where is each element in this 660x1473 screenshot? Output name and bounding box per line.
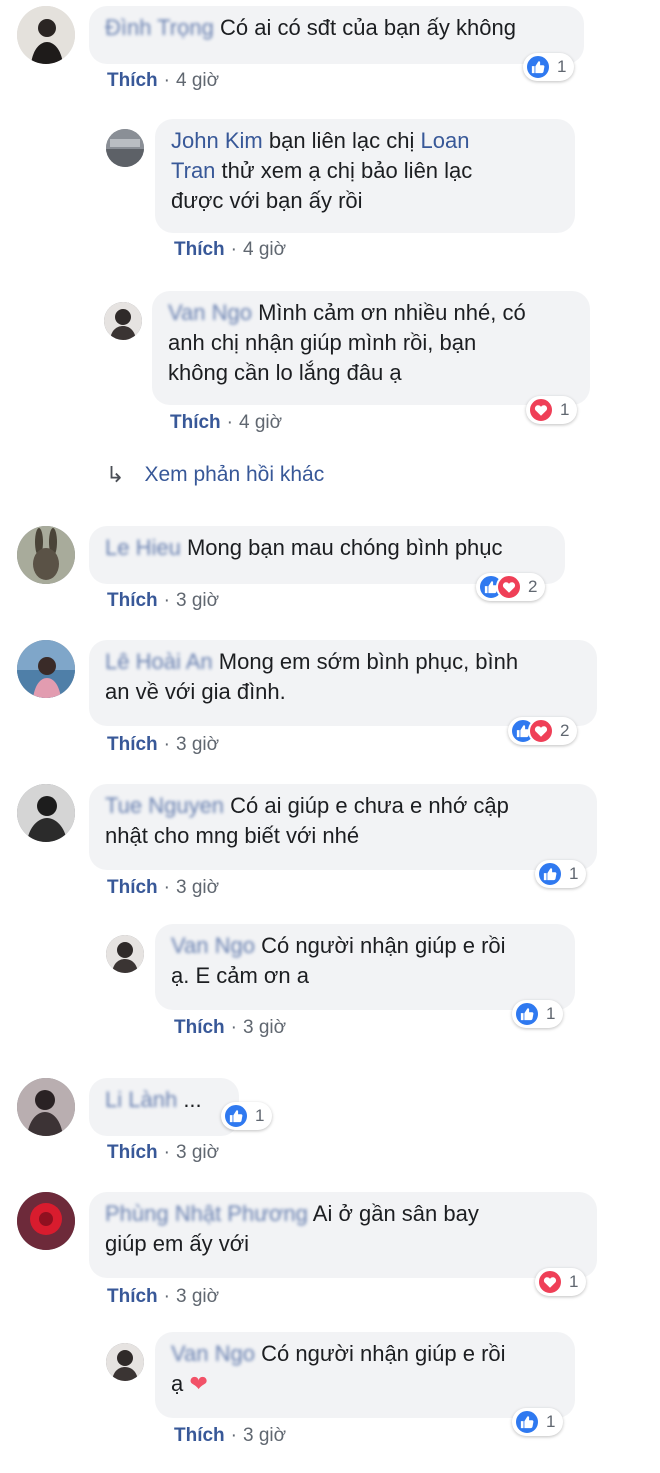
timestamp[interactable]: 4 giờ [239, 412, 282, 433]
avatar[interactable] [106, 935, 144, 973]
comment-author[interactable]: Van Ngo [168, 300, 252, 325]
like-link[interactable]: Thích [107, 590, 158, 611]
love-icon [537, 1269, 563, 1295]
like-link[interactable]: Thích [107, 1286, 158, 1307]
like-icon [514, 1001, 540, 1027]
comment-meta: Thích · 3 giờ [174, 1017, 287, 1038]
comment-meta: Thích · 4 giờ [174, 239, 287, 260]
like-link[interactable]: Thích [174, 239, 225, 260]
comment-meta: Thích · 3 giờ [107, 877, 220, 898]
comment-meta: Thích · 3 giờ [174, 1425, 287, 1446]
avatar-image [17, 640, 75, 698]
heart-emoji-icon: ❤ [189, 1371, 208, 1396]
like-link[interactable]: Thích [170, 412, 221, 433]
avatar-image [17, 784, 75, 842]
comment-bubble: Phùng Nhật Phương Ai ở gần sân bay giúp … [89, 1192, 597, 1278]
timestamp[interactable]: 3 giờ [176, 734, 219, 755]
avatar[interactable] [17, 784, 75, 842]
reaction-count[interactable]: 2 [508, 717, 578, 745]
like-link[interactable]: Thích [107, 877, 158, 898]
comment-author[interactable]: Le Hieu [105, 535, 181, 560]
timestamp[interactable]: 3 giờ [243, 1017, 286, 1038]
like-icon [537, 861, 563, 887]
comment-meta: Thích · 3 giờ [107, 734, 220, 755]
mention-link[interactable]: Tran [171, 158, 215, 183]
avatar[interactable] [17, 526, 75, 584]
avatar-image [104, 302, 142, 340]
avatar[interactable] [17, 1192, 75, 1250]
comment-meta: Thích · 3 giờ [107, 1286, 220, 1307]
comment-bubble: Đình Trọng Có ai có sđt của bạn ấy không [89, 6, 584, 64]
comment-text: ... [183, 1087, 202, 1112]
comment-bubble: Van Ngo Có người nhận giúp e rồi ạ ❤ [155, 1332, 575, 1418]
like-link[interactable]: Thích [107, 70, 158, 91]
reaction-count[interactable]: 1 [526, 396, 578, 424]
comment-meta: Thích · 3 giờ [107, 1142, 220, 1163]
comment-text: Có ai có sđt của bạn ấy không [219, 15, 516, 40]
comment-author[interactable]: Phùng Nhật Phương [105, 1201, 308, 1226]
like-link[interactable]: Thích [107, 734, 158, 755]
timestamp[interactable]: 3 giờ [176, 877, 219, 898]
reaction-count[interactable]: 1 [512, 1408, 564, 1436]
avatar-image [106, 935, 144, 973]
comment-bubble: Van Ngo Có người nhận giúp e rồi ạ. E cả… [155, 924, 575, 1010]
avatar[interactable] [17, 1078, 75, 1136]
avatar-image [17, 1192, 75, 1250]
reaction-count[interactable]: 2 [476, 573, 546, 601]
comment-author[interactable]: John Kim [171, 128, 263, 153]
timestamp[interactable]: 3 giờ [176, 590, 219, 611]
avatar-image [106, 129, 144, 167]
reply-arrow-icon: ↳ [106, 462, 125, 487]
avatar-image [17, 6, 75, 64]
timestamp[interactable]: 3 giờ [176, 1286, 219, 1307]
reaction-count[interactable]: 1 [523, 53, 575, 81]
comment-author[interactable]: Lê Hoài An [105, 649, 213, 674]
comment-meta: Thích · 4 giờ [107, 70, 220, 91]
like-icon [525, 54, 551, 80]
comment-author[interactable]: Van Ngo [171, 1341, 255, 1366]
reaction-count[interactable]: 1 [512, 1000, 564, 1028]
comment-text: Mong bạn mau chóng bình phục [186, 535, 503, 560]
avatar[interactable] [106, 1343, 144, 1381]
comment-meta: Thích · 4 giờ [170, 412, 283, 433]
reaction-count[interactable]: 1 [221, 1102, 273, 1130]
avatar-image [17, 1078, 75, 1136]
comment-bubble: John Kim bạn liên lạc chị Loan Tran thử … [155, 119, 575, 233]
avatar-image [17, 526, 75, 584]
comment-bubble: Lê Hoài An Mong em sớm bình phục, bình a… [89, 640, 597, 726]
timestamp[interactable]: 4 giờ [243, 239, 286, 260]
avatar-image [106, 1343, 144, 1381]
love-icon [528, 397, 554, 423]
avatar[interactable] [104, 302, 142, 340]
comment-author[interactable]: Tue Nguyen [105, 793, 224, 818]
like-link[interactable]: Thích [174, 1017, 225, 1038]
comment-author[interactable]: Đình Trọng [105, 15, 214, 40]
reaction-count[interactable]: 1 [535, 860, 587, 888]
like-icon [514, 1409, 540, 1435]
comment-author[interactable]: Van Ngo [171, 933, 255, 958]
comment-bubble: Van Ngo Mình cảm ơn nhiều nhé, có anh ch… [152, 291, 590, 405]
love-icon [496, 574, 522, 600]
like-link[interactable]: Thích [174, 1425, 225, 1446]
avatar[interactable] [17, 6, 75, 64]
timestamp[interactable]: 3 giờ [176, 1142, 219, 1163]
like-link[interactable]: Thích [107, 1142, 158, 1163]
love-icon [528, 718, 554, 744]
more-replies-link[interactable]: ↳ Xem phản hồi khác [106, 462, 324, 488]
comment-meta: Thích · 3 giờ [107, 590, 220, 611]
comment-bubble: Tue Nguyen Có ai giúp e chưa e nhớ cập n… [89, 784, 597, 870]
avatar[interactable] [17, 640, 75, 698]
timestamp[interactable]: 3 giờ [243, 1425, 286, 1446]
comment-bubble: Li Lành ... [89, 1078, 239, 1136]
like-icon [223, 1103, 249, 1129]
timestamp[interactable]: 4 giờ [176, 70, 219, 91]
mention-link[interactable]: Loan [421, 128, 470, 153]
comment-author[interactable]: Li Lành [105, 1087, 177, 1112]
avatar[interactable] [106, 129, 144, 167]
reaction-count[interactable]: 1 [535, 1268, 587, 1296]
